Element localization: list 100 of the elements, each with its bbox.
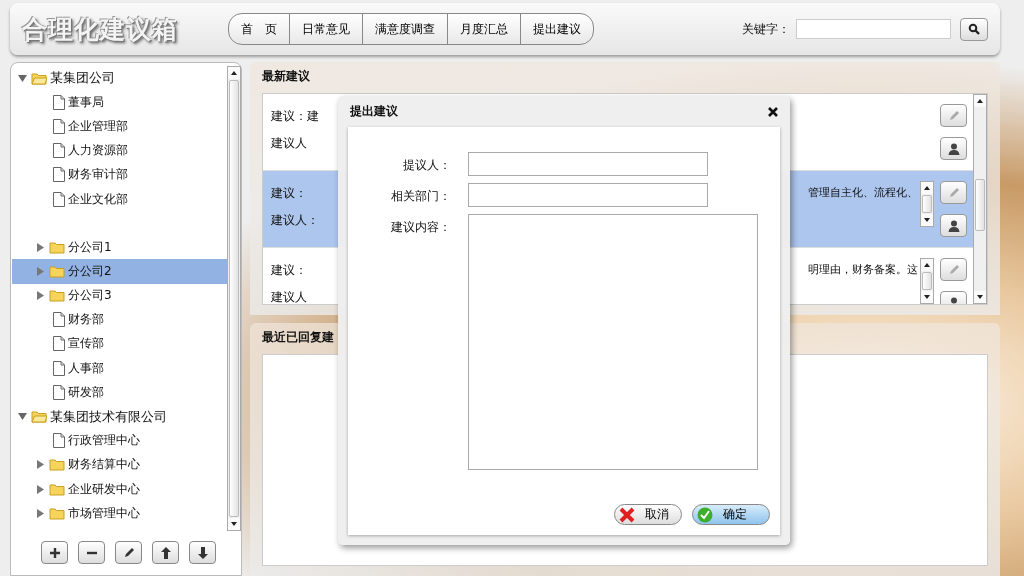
scroll-down-icon[interactable] (228, 518, 240, 530)
tree-item[interactable]: 企业研发中心 (12, 477, 227, 502)
scroll-down-icon[interactable] (921, 214, 933, 226)
tree-item[interactable]: 分公司1 (12, 235, 227, 260)
caret-right-icon[interactable] (36, 484, 45, 494)
scroll-up-icon[interactable] (921, 182, 933, 194)
document-icon (53, 312, 65, 328)
folder-icon (31, 71, 47, 85)
tree-item[interactable]: 分公司2 (12, 259, 227, 284)
scroll-thumb[interactable] (975, 179, 985, 231)
document-icon (53, 143, 65, 159)
scroll-thumb[interactable] (922, 195, 932, 213)
panel-title: 最新建议 (262, 68, 311, 85)
caret-down-icon[interactable] (18, 73, 27, 83)
tree-item[interactable]: 某集团技术有限公司 (12, 404, 227, 429)
nav-tab[interactable]: 满意度调查 (363, 14, 448, 44)
pencil-icon (122, 546, 135, 559)
field-label: 相关部门： (390, 188, 451, 205)
folder-icon (31, 410, 47, 424)
scrollbar[interactable] (973, 94, 987, 304)
tree-label: 财务部 (68, 311, 104, 329)
arrow-up-icon (159, 546, 172, 559)
caret-right-icon[interactable] (36, 291, 45, 301)
scrollbar[interactable] (920, 181, 934, 227)
person-icon (947, 142, 960, 155)
scroll-up-icon[interactable] (921, 259, 933, 271)
search-icon (968, 23, 980, 35)
remove-button[interactable] (78, 541, 105, 564)
keyword-field[interactable] (796, 19, 951, 39)
pencil-icon (947, 263, 960, 276)
cancel-button[interactable]: 取消 (614, 504, 682, 525)
document-icon (53, 167, 65, 183)
tree-item[interactable]: 企业文化部 (12, 186, 227, 212)
nav-tab[interactable]: 首 页 (229, 14, 290, 44)
nav-tab[interactable]: 提出建议 (521, 14, 593, 44)
caret-down-icon[interactable] (18, 412, 27, 422)
tree-item[interactable]: 财务结算中心 (12, 452, 227, 477)
tree-label: 某集团公司 (50, 69, 115, 88)
tree-item[interactable]: 某集团公司 (12, 66, 227, 91)
folder-icon (49, 482, 65, 496)
close-button[interactable] (766, 104, 780, 119)
tree-label: 宣传部 (68, 335, 104, 353)
folder-icon (49, 289, 65, 303)
check-icon (697, 506, 713, 523)
up-button[interactable] (152, 541, 179, 564)
scroll-up-icon[interactable] (228, 67, 240, 79)
scroll-down-icon[interactable] (974, 291, 986, 303)
caret-right-icon[interactable] (36, 242, 45, 252)
tree-item[interactable]: 企业管理部 (12, 114, 227, 139)
input-field[interactable] (468, 183, 708, 207)
arrow-down-icon (196, 546, 209, 559)
tree-item[interactable]: 市场管理中心 (12, 501, 227, 526)
field-label: 建议内容： (390, 219, 451, 236)
tree-label: 市场管理中心 (68, 504, 140, 522)
tree-label: 人事部 (68, 359, 104, 377)
scroll-thumb[interactable] (229, 80, 239, 517)
document-icon (53, 360, 65, 376)
tree-label: 研发部 (68, 383, 104, 401)
suggestion-text: 建议：建 (271, 108, 319, 125)
scroll-thumb[interactable] (922, 272, 932, 290)
tree-item[interactable]: 宣传部 (12, 331, 227, 357)
ok-button[interactable]: 确定 (692, 504, 770, 525)
scrollbar[interactable] (920, 258, 934, 304)
caret-right-icon[interactable] (36, 460, 45, 470)
content-field[interactable] (468, 214, 758, 470)
user-button[interactable] (940, 214, 967, 237)
suggestion-text: 管理自主化、流程化、 (808, 185, 918, 201)
user-button[interactable] (940, 137, 967, 160)
proposer-label: 建议人 (271, 289, 307, 304)
add-button[interactable] (41, 541, 68, 564)
pencil-icon (947, 186, 960, 199)
tree-item[interactable]: 人力资源部 (12, 138, 227, 163)
field-label: 提议人： (402, 157, 451, 174)
tree-label: 企业研发中心 (68, 480, 140, 498)
nav-tab[interactable]: 月度汇总 (448, 14, 521, 44)
tree-label: 分公司2 (68, 262, 112, 280)
tree-item[interactable]: 行政管理中心 (12, 428, 227, 453)
caret-right-icon[interactable] (36, 508, 45, 518)
proposer-label: 建议人 (271, 135, 307, 152)
suggestion-text: 明理由，财务备案。这 (808, 262, 918, 278)
scroll-up-icon[interactable] (974, 95, 986, 107)
folder-icon (49, 458, 65, 472)
cross-icon (619, 506, 635, 523)
tree-item[interactable]: 人事部 (12, 356, 227, 381)
input-field[interactable] (468, 152, 708, 176)
scrollbar[interactable] (227, 66, 241, 531)
document-icon (53, 433, 65, 449)
tree-item[interactable]: 研发部 (12, 380, 227, 405)
down-button[interactable] (189, 541, 216, 564)
search-button[interactable] (960, 17, 988, 41)
scroll-down-icon[interactable] (921, 291, 933, 303)
tree-item[interactable]: 董事局 (12, 90, 227, 115)
edit-button[interactable] (115, 541, 142, 564)
panel-title: 最近已回复建 (262, 329, 335, 346)
nav-tab[interactable]: 日常意见 (290, 14, 363, 44)
folder-icon (49, 240, 65, 254)
tree-label: 企业管理部 (68, 117, 128, 135)
tree-item[interactable]: 分公司3 (12, 283, 227, 308)
tree-item[interactable]: 财务审计部 (12, 162, 227, 187)
tree-item[interactable]: 财务部 (12, 307, 227, 332)
